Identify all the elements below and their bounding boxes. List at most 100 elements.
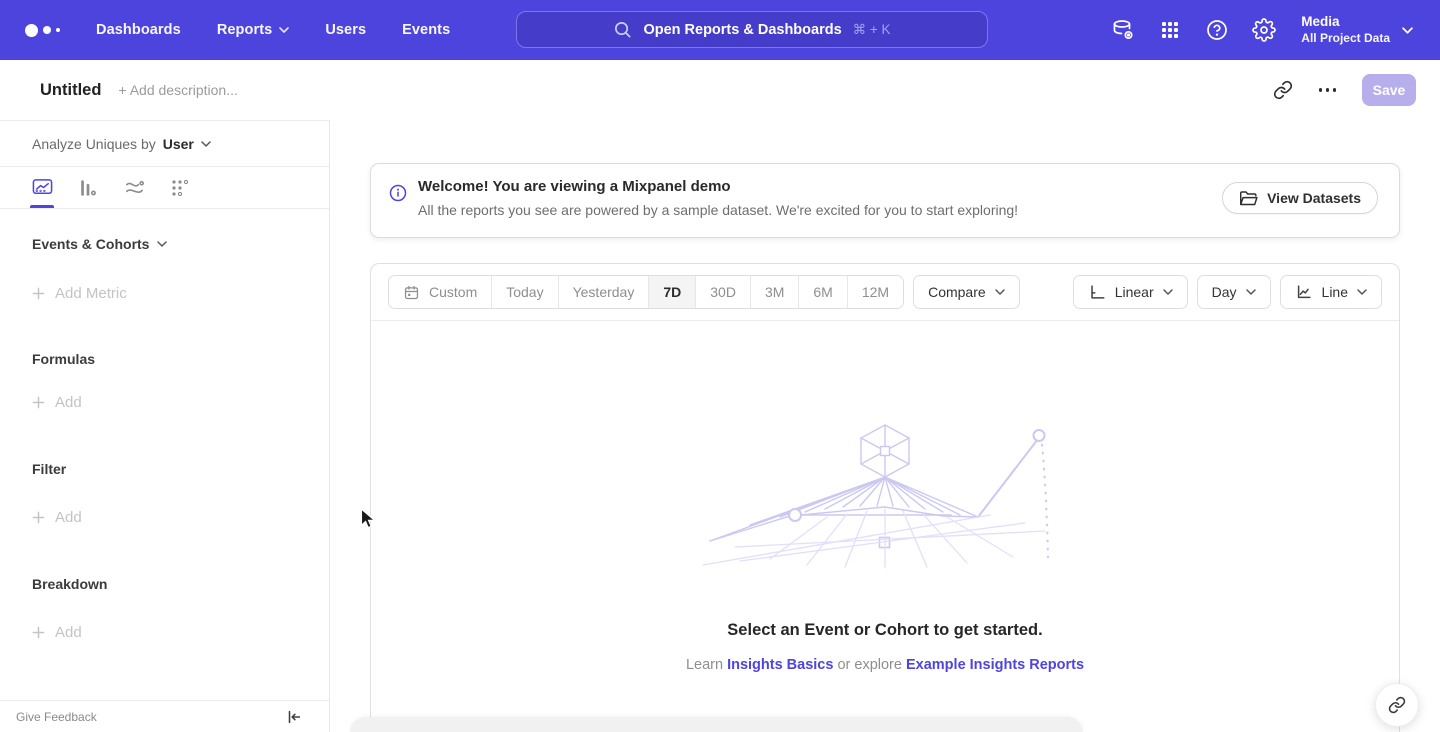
nav-reports[interactable]: Reports	[217, 22, 290, 38]
help-icon[interactable]	[1205, 18, 1229, 42]
date-range-label: Today	[506, 284, 543, 300]
linear-axis-icon	[1088, 283, 1106, 301]
date-range-today[interactable]: Today	[491, 276, 557, 308]
main-menu: Dashboards Reports Users Events	[96, 22, 450, 38]
chevron-down-icon	[1357, 289, 1367, 295]
chevron-down-icon	[1246, 289, 1256, 295]
nav-events[interactable]: Events	[402, 22, 450, 38]
scale-label: Linear	[1115, 284, 1154, 300]
info-icon	[389, 184, 407, 202]
empty-state-title: Select an Event or Cohort to get started…	[371, 621, 1399, 640]
chevron-down-icon	[1163, 289, 1173, 295]
logo-dot	[43, 26, 51, 34]
add-metric-button[interactable]: Add Metric	[32, 285, 329, 302]
add-formula-label: Add	[55, 394, 82, 411]
events-cohorts-section[interactable]: Events & Cohorts	[32, 236, 329, 252]
nav-dashboards[interactable]: Dashboards	[96, 22, 181, 38]
folder-icon	[1239, 190, 1258, 207]
date-range-7d[interactable]: 7D	[648, 276, 695, 308]
data-management-icon[interactable]	[1111, 18, 1135, 42]
date-range-30d[interactable]: 30D	[695, 276, 750, 308]
tab-line-chart[interactable]	[31, 167, 53, 208]
report-header-actions: Save	[1273, 60, 1417, 120]
share-link-fab[interactable]	[1375, 683, 1419, 727]
analyze-prefix: Analyze Uniques by	[32, 136, 156, 152]
explore-text: or explore	[837, 657, 901, 673]
analyze-row: Analyze Uniques by User	[0, 121, 329, 167]
apps-grid-icon[interactable]	[1158, 18, 1182, 42]
topnav-right: Media All Project Data	[1111, 0, 1413, 60]
date-range-3m[interactable]: 3M	[750, 276, 798, 308]
logo-dot	[25, 24, 38, 37]
interval-selector[interactable]: Day	[1197, 275, 1271, 309]
mixpanel-logo[interactable]	[25, 24, 60, 37]
chart-display-controls: Linear Day Line	[1073, 275, 1382, 309]
line-chart-icon	[1295, 283, 1313, 301]
visualization-tabs	[0, 167, 329, 209]
insights-basics-link[interactable]: Insights Basics	[727, 657, 833, 673]
tab-flow-chart[interactable]	[123, 167, 145, 208]
banner-subtitle: All the reports you see are powered by a…	[418, 202, 1018, 218]
give-feedback-link[interactable]: Give Feedback	[16, 710, 97, 724]
settings-gear-icon[interactable]	[1252, 18, 1276, 42]
analyze-value: User	[163, 136, 194, 152]
add-breakdown-button[interactable]: Add	[32, 624, 329, 641]
search-shortcut: ⌘ + K	[853, 22, 891, 38]
compare-label: Compare	[928, 284, 986, 300]
formulas-label: Formulas	[32, 351, 95, 367]
plus-icon	[32, 396, 45, 409]
top-nav: Dashboards Reports Users Events Open Rep…	[0, 0, 1440, 60]
example-reports-link[interactable]: Example Insights Reports	[906, 657, 1084, 673]
filter-label: Filter	[32, 461, 66, 477]
global-search[interactable]: Open Reports & Dashboards ⌘ + K	[516, 11, 988, 48]
date-range-label: 12M	[862, 284, 889, 300]
save-button[interactable]: Save	[1362, 74, 1416, 106]
formulas-section: Formulas	[32, 351, 329, 367]
search-icon	[613, 20, 632, 39]
empty-state-links: Learn Insights Basics or explore Example…	[371, 657, 1399, 673]
copy-link-icon[interactable]	[1273, 80, 1293, 100]
nav-users[interactable]: Users	[325, 22, 366, 38]
analyze-by-selector[interactable]: User	[163, 136, 211, 152]
nav-label: Dashboards	[96, 22, 181, 38]
sidebar-sections: Events & Cohorts Add Metric Formulas Add…	[0, 236, 329, 641]
chevron-down-icon	[995, 289, 1005, 295]
compare-button[interactable]: Compare	[913, 275, 1020, 309]
empty-state: Select an Event or Cohort to get started…	[371, 419, 1399, 673]
add-filter-button[interactable]: Add	[32, 509, 329, 526]
date-range-12m[interactable]: 12M	[847, 276, 903, 308]
date-range-6m[interactable]: 6M	[798, 276, 846, 308]
events-cohorts-label: Events & Cohorts	[32, 236, 149, 252]
chevron-down-icon	[157, 241, 167, 247]
report-header: Untitled + Add description... Save	[0, 60, 1440, 120]
tab-retention-grid[interactable]	[169, 167, 191, 208]
empty-state-illustration	[695, 419, 1075, 571]
bottom-panel-peek	[350, 717, 1083, 732]
chevron-down-icon	[279, 27, 289, 33]
date-range-custom[interactable]: Custom	[389, 276, 491, 308]
collapse-sidebar-icon[interactable]	[285, 708, 303, 726]
plus-icon	[32, 511, 45, 524]
report-title[interactable]: Untitled	[40, 81, 101, 100]
scale-selector[interactable]: Linear	[1073, 275, 1188, 309]
date-range-label: 3M	[765, 284, 784, 300]
date-range-yesterday[interactable]: Yesterday	[558, 276, 649, 308]
nav-label: Users	[325, 22, 366, 38]
view-datasets-button[interactable]: View Datasets	[1222, 182, 1378, 214]
date-range-label: Custom	[429, 284, 477, 300]
more-options-icon[interactable]	[1315, 84, 1341, 96]
interval-label: Day	[1212, 284, 1237, 300]
add-breakdown-label: Add	[55, 624, 82, 641]
chart-type-selector[interactable]: Line	[1280, 275, 1382, 309]
nav-label: Reports	[217, 22, 273, 38]
project-name: Media	[1301, 14, 1390, 31]
breakdown-label: Breakdown	[32, 576, 107, 592]
report-description-placeholder[interactable]: + Add description...	[118, 82, 237, 98]
add-formula-button[interactable]: Add	[32, 394, 329, 411]
chevron-down-icon	[201, 141, 211, 147]
add-filter-label: Add	[55, 509, 82, 526]
tab-bar-chart[interactable]	[77, 167, 99, 208]
banner-title: Welcome! You are viewing a Mixpanel demo	[418, 178, 731, 195]
filter-section: Filter	[32, 461, 329, 477]
project-switcher[interactable]: Media All Project Data	[1301, 14, 1413, 46]
